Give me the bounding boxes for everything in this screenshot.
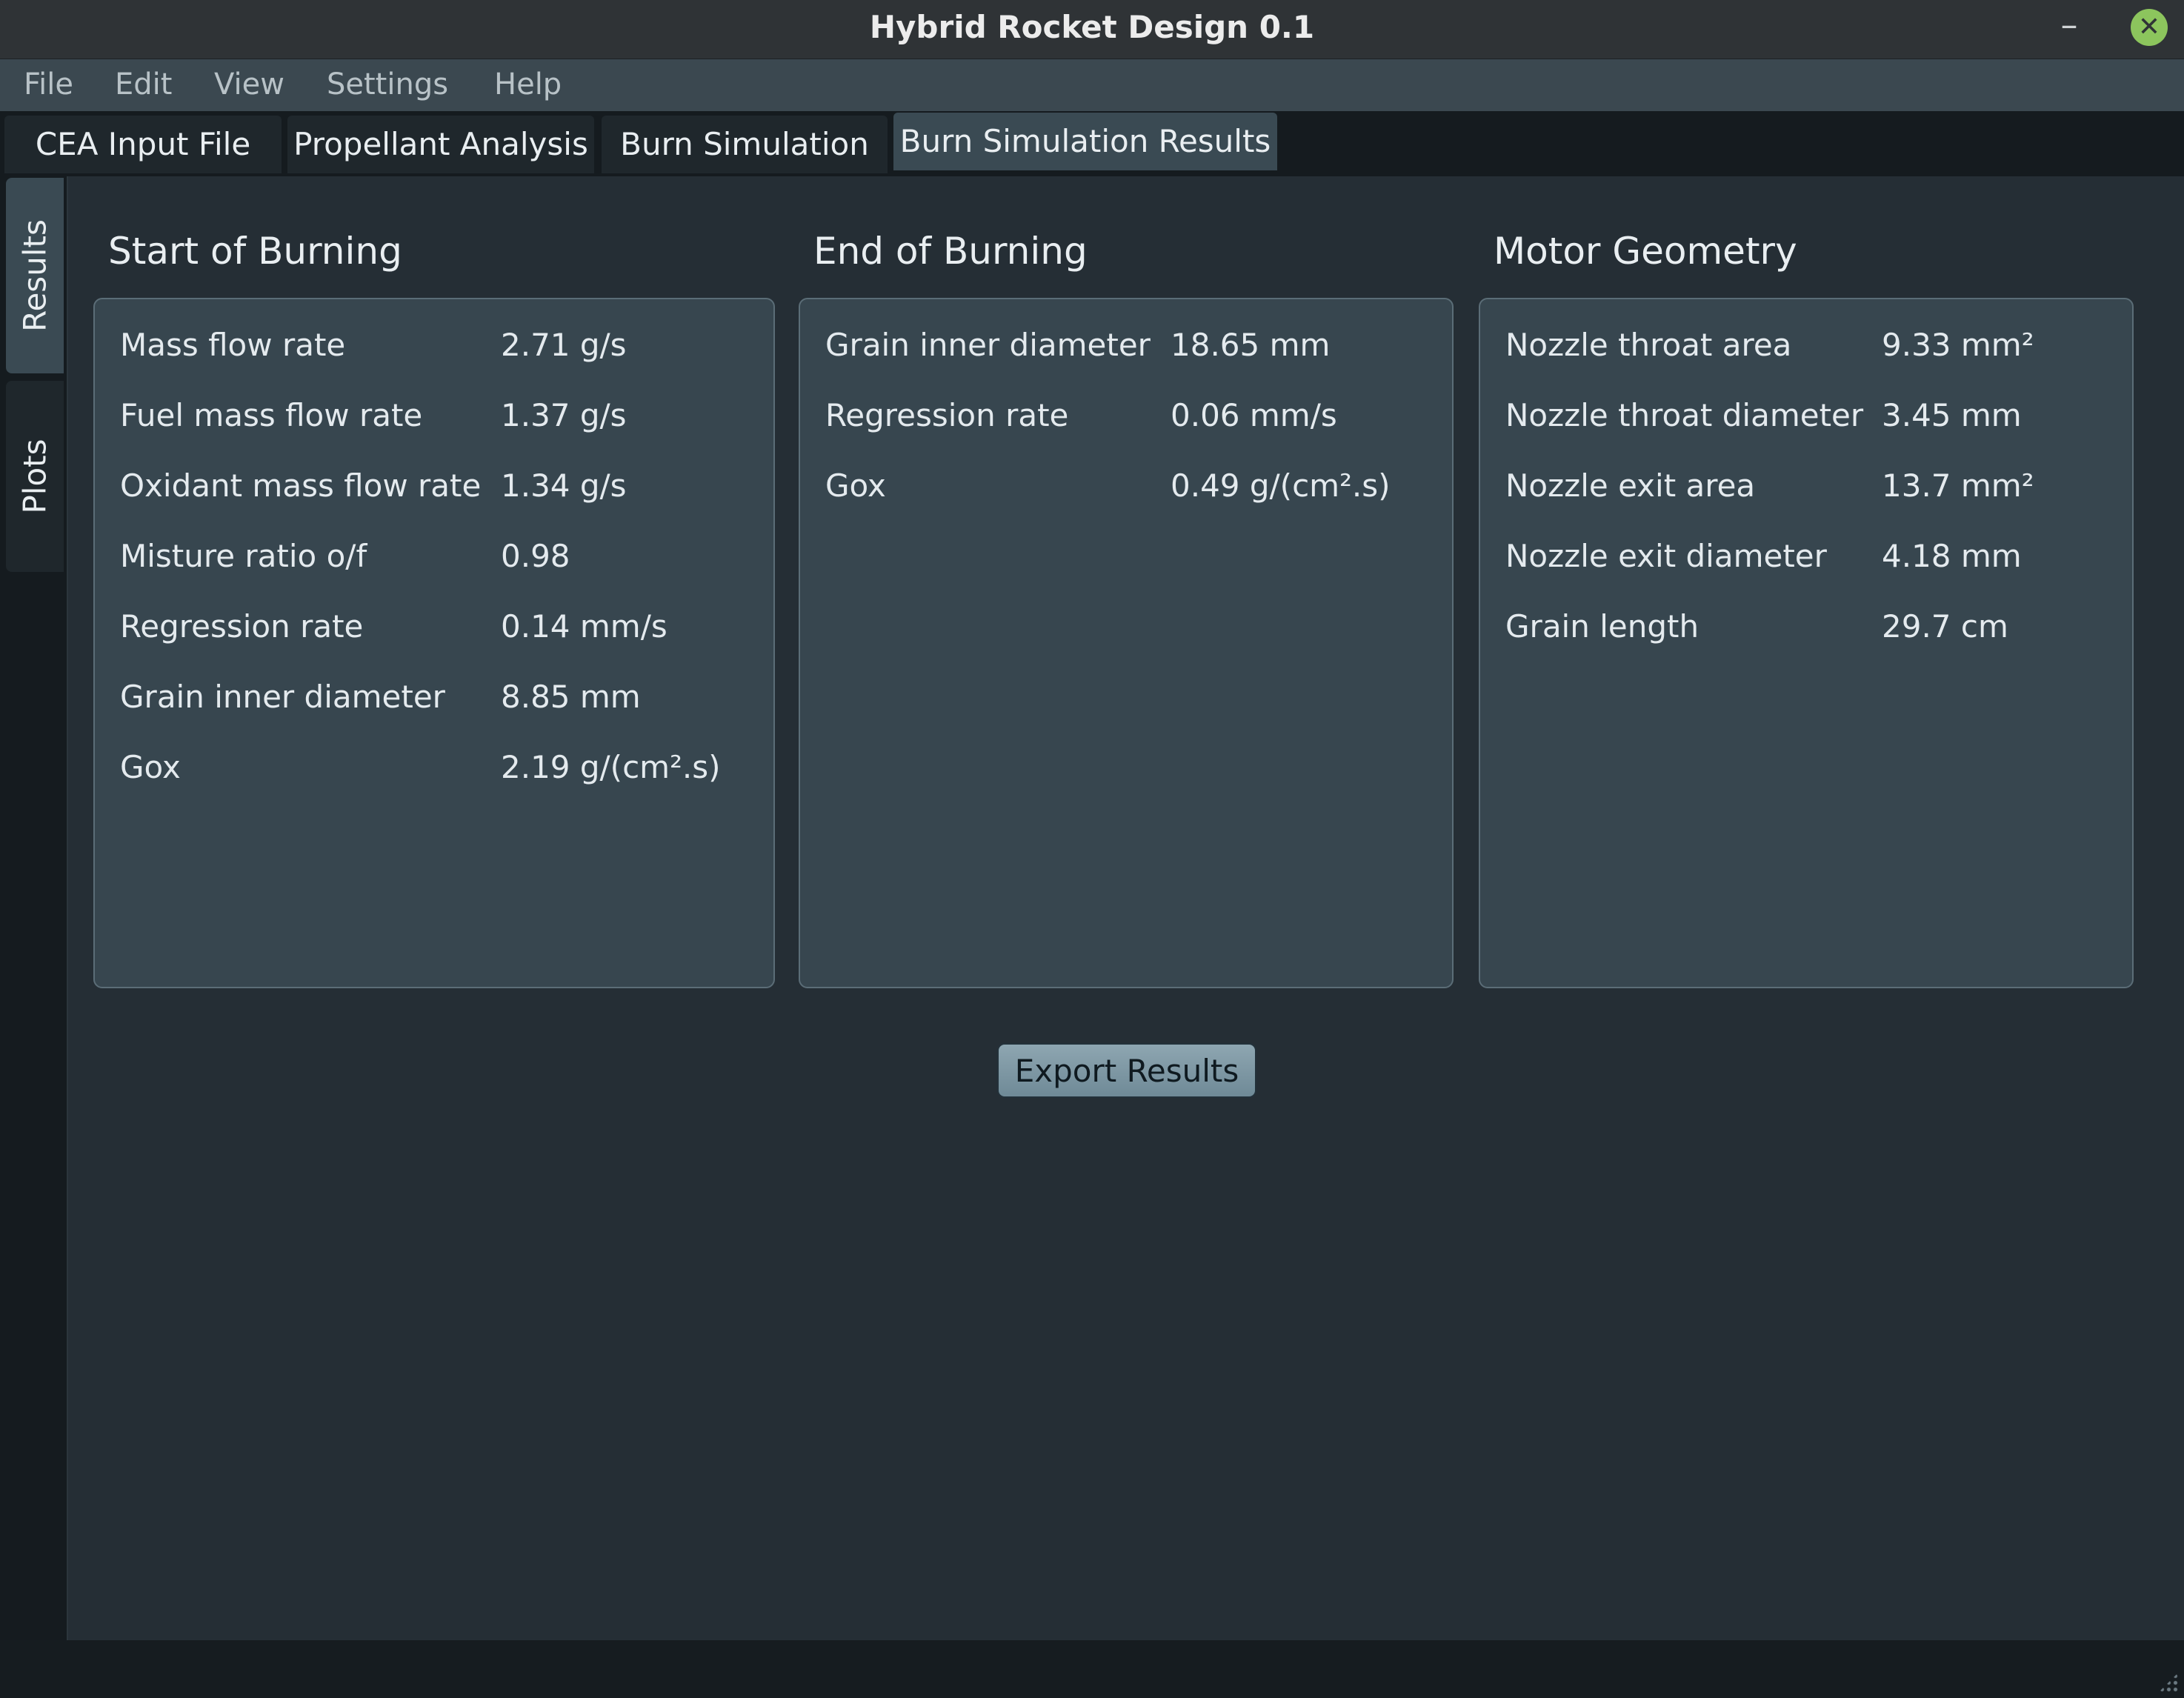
row-value: 0.98: [501, 538, 570, 574]
tab-burn-simulation[interactable]: Burn Simulation: [602, 116, 888, 173]
section-title-motor-geometry: Motor Geometry: [1494, 230, 1797, 273]
row-label: Nozzle exit area: [1505, 467, 1756, 504]
row-label: Fuel mass flow rate: [120, 397, 423, 433]
result-row: Grain inner diameter 8.85 mm: [120, 675, 766, 719]
menu-help[interactable]: Help: [494, 65, 562, 104]
result-row: Fuel mass flow rate 1.37 g/s: [120, 393, 766, 438]
row-label: Grain inner diameter: [825, 327, 1151, 363]
menu-bar: File Edit View Settings Help: [0, 59, 2184, 111]
row-value: 2.71 g/s: [501, 327, 627, 363]
application-window: Hybrid Rocket Design 0.1 – ✕ File Edit V…: [0, 0, 2184, 1698]
tab-burn-simulation-results[interactable]: Burn Simulation Results: [893, 113, 1277, 170]
side-tab-results-label: Results: [16, 219, 53, 332]
resize-grip-icon[interactable]: [2159, 1673, 2178, 1692]
section-title-start: Start of Burning: [108, 230, 402, 273]
row-value: 8.85 mm: [501, 679, 641, 715]
side-tab-bar: Results Plots: [0, 176, 68, 1640]
result-row: Mass flow rate 2.71 g/s: [120, 323, 766, 367]
menu-edit[interactable]: Edit: [115, 65, 172, 104]
status-bar: [0, 1640, 2184, 1698]
row-value: 0.06 mm/s: [1171, 397, 1337, 433]
result-row: Oxidant mass flow rate 1.34 g/s: [120, 464, 766, 508]
row-value: 9.33 mm²: [1882, 327, 2034, 363]
title-bar: Hybrid Rocket Design 0.1 – ✕: [0, 0, 2184, 59]
result-row: Nozzle exit area 13.7 mm²: [1505, 464, 2125, 508]
result-row: Nozzle throat area 9.33 mm²: [1505, 323, 2125, 367]
tab-bar: CEA Input File Propellant Analysis Burn …: [0, 111, 2184, 176]
tab-propellant-analysis[interactable]: Propellant Analysis: [287, 116, 594, 173]
row-value: 3.45 mm: [1882, 397, 2022, 433]
result-row: Regression rate 0.06 mm/s: [825, 393, 1445, 438]
row-label: Nozzle throat area: [1505, 327, 1792, 363]
menu-view[interactable]: View: [214, 65, 284, 104]
result-row: Regression rate 0.14 mm/s: [120, 605, 766, 649]
row-label: Grain length: [1505, 608, 1699, 645]
row-label: Nozzle exit diameter: [1505, 538, 1827, 574]
row-value: 0.49 g/(cm².s): [1171, 467, 1391, 504]
group-start-of-burning: Mass flow rate 2.71 g/s Fuel mass flow r…: [93, 298, 775, 988]
row-value: 18.65 mm: [1171, 327, 1331, 363]
group-end-of-burning: Grain inner diameter 18.65 mm Regression…: [799, 298, 1454, 988]
row-value: 4.18 mm: [1882, 538, 2022, 574]
row-value: 1.37 g/s: [501, 397, 627, 433]
minimize-icon[interactable]: –: [2054, 7, 2084, 43]
row-label: Misture ratio o/f: [120, 538, 367, 574]
row-label: Nozzle throat diameter: [1505, 397, 1864, 433]
export-results-button[interactable]: Export Results: [997, 1043, 1256, 1098]
result-row: Nozzle throat diameter 3.45 mm: [1505, 393, 2125, 438]
group-motor-geometry: Nozzle throat area 9.33 mm² Nozzle throa…: [1479, 298, 2134, 988]
row-label: Gox: [120, 749, 181, 785]
row-label: Regression rate: [120, 608, 364, 645]
results-panel: Start of Burning Mass flow rate 2.71 g/s…: [68, 176, 2184, 1640]
close-icon[interactable]: ✕: [2131, 9, 2168, 46]
result-row: Gox 0.49 g/(cm².s): [825, 464, 1445, 508]
row-label: Gox: [825, 467, 886, 504]
section-title-end: End of Burning: [813, 230, 1088, 273]
menu-file[interactable]: File: [24, 65, 73, 104]
row-value: 2.19 g/(cm².s): [501, 749, 721, 785]
row-value: 29.7 cm: [1882, 608, 2008, 645]
row-value: 0.14 mm/s: [501, 608, 667, 645]
side-tab-results[interactable]: Results: [6, 178, 64, 373]
side-tab-plots[interactable]: Plots: [6, 381, 64, 572]
row-label: Regression rate: [825, 397, 1069, 433]
result-row: Nozzle exit diameter 4.18 mm: [1505, 534, 2125, 579]
menu-settings[interactable]: Settings: [327, 65, 448, 104]
row-value: 1.34 g/s: [501, 467, 627, 504]
side-tab-plots-label: Plots: [16, 439, 53, 514]
result-row: Gox 2.19 g/(cm².s): [120, 745, 766, 790]
window-title: Hybrid Rocket Design 0.1: [869, 9, 1315, 45]
result-row: Grain inner diameter 18.65 mm: [825, 323, 1445, 367]
result-row: Misture ratio o/f 0.98: [120, 534, 766, 579]
row-label: Oxidant mass flow rate: [120, 467, 482, 504]
row-value: 13.7 mm²: [1882, 467, 2034, 504]
tab-cea-input-file[interactable]: CEA Input File: [4, 116, 282, 173]
row-label: Grain inner diameter: [120, 679, 445, 715]
result-row: Grain length 29.7 cm: [1505, 605, 2125, 649]
row-label: Mass flow rate: [120, 327, 346, 363]
